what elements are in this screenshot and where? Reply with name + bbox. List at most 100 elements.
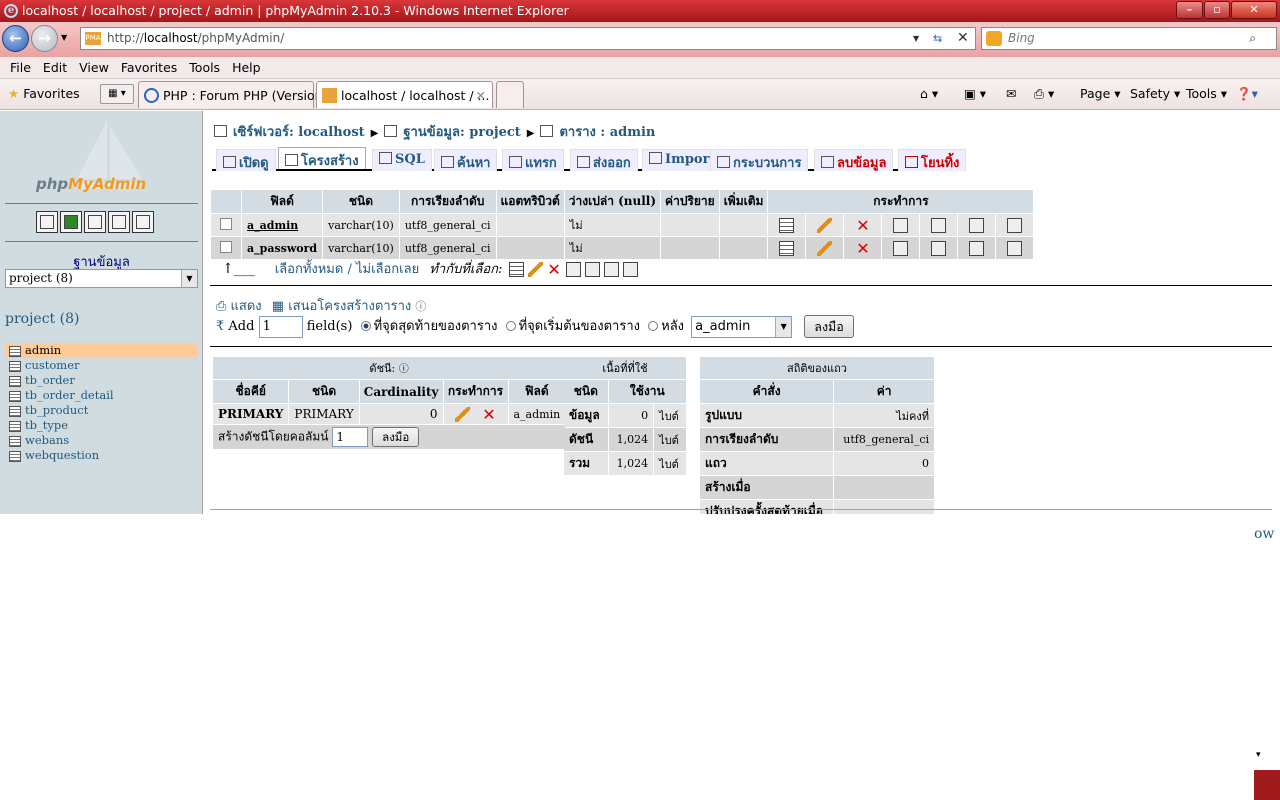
uncheck-all-link[interactable]: ไม่เลือกเลย bbox=[356, 262, 419, 277]
help-icon[interactable]: ❓▾ bbox=[1236, 85, 1258, 103]
index-icon[interactable] bbox=[969, 217, 985, 233]
new-tab-button[interactable] bbox=[496, 81, 524, 108]
help-icon[interactable]: ⓘ bbox=[399, 364, 409, 375]
table-link-tb-order[interactable]: tb_order bbox=[5, 373, 198, 388]
menu-edit[interactable]: Edit bbox=[37, 57, 73, 78]
after-radio[interactable] bbox=[648, 321, 659, 331]
sql-query-icon[interactable] bbox=[84, 211, 106, 233]
print-view-link[interactable]: แสดง bbox=[231, 299, 262, 314]
menu-help[interactable]: Help bbox=[226, 57, 267, 78]
table-link-admin[interactable]: admin bbox=[5, 343, 198, 358]
add-field-go-button[interactable]: ลงมือ bbox=[804, 315, 854, 338]
primary-selected-icon[interactable] bbox=[565, 262, 581, 277]
at-end-radio[interactable] bbox=[360, 321, 371, 331]
tab-empty[interactable]: ลบข้อมูล bbox=[814, 149, 894, 171]
menu-favorites[interactable]: Favorites bbox=[115, 57, 183, 78]
tab-structure[interactable]: โครงสร้าง bbox=[278, 147, 366, 169]
close-button[interactable]: ✕ bbox=[1231, 1, 1277, 19]
unique-icon[interactable] bbox=[931, 217, 947, 233]
exit-icon[interactable] bbox=[60, 211, 82, 233]
tab-export[interactable]: ส่งออก bbox=[570, 149, 638, 171]
favorites-label: Favorites bbox=[23, 86, 80, 101]
drop-selected-icon[interactable]: ✕ bbox=[547, 262, 562, 278]
breadcrumb-database[interactable]: ฐานข้อมูล: project bbox=[403, 125, 520, 140]
drop-icon[interactable]: ✕ bbox=[855, 217, 870, 233]
database-title-link[interactable]: project (8) bbox=[5, 311, 79, 327]
tools-menu[interactable]: Tools ▾ bbox=[1186, 85, 1227, 103]
index-icon[interactable] bbox=[969, 240, 985, 256]
edit-icon[interactable] bbox=[454, 406, 470, 422]
tab-operations[interactable]: กระบวนการ bbox=[710, 149, 809, 171]
browser-tab-localhost[interactable]: localhost / localhost / ... ✕ bbox=[316, 81, 493, 108]
create-index-count-input[interactable]: 1 bbox=[332, 427, 369, 447]
propose-structure-link[interactable]: เสนอโครงสร้างตาราง bbox=[288, 299, 411, 314]
menu-file[interactable]: File bbox=[0, 57, 37, 78]
browse-distinct-icon[interactable] bbox=[779, 217, 795, 233]
url-field[interactable]: PMA http://localhost/phpMyAdmin/ ▼ ⇆ ✕ bbox=[80, 27, 976, 50]
browser-tab-forum[interactable]: PHP : Forum PHP (Version... bbox=[138, 81, 334, 108]
fulltext-icon[interactable] bbox=[1007, 240, 1023, 256]
create-index-go-button[interactable]: ลงมือ bbox=[372, 427, 420, 447]
sql-docs-icon[interactable] bbox=[132, 211, 154, 233]
menu-tools[interactable]: Tools bbox=[183, 57, 226, 78]
tab-insert[interactable]: แทรก bbox=[502, 149, 564, 171]
edit-selected-icon[interactable] bbox=[527, 262, 543, 277]
minimize-button[interactable]: – bbox=[1176, 1, 1203, 19]
tab-sql[interactable]: SQL bbox=[372, 149, 432, 171]
stop-icon[interactable]: ✕ bbox=[957, 28, 969, 49]
row-checkbox[interactable] bbox=[220, 217, 232, 230]
mail-icon[interactable]: ✉ bbox=[1006, 85, 1016, 103]
menu-view[interactable]: View bbox=[73, 57, 115, 78]
check-all-link[interactable]: เลือกทั้งหมด bbox=[275, 262, 344, 277]
close-tab-icon[interactable]: ✕ bbox=[476, 88, 486, 103]
index-selected-icon[interactable] bbox=[603, 262, 619, 277]
edit-icon[interactable] bbox=[817, 240, 833, 256]
search-field[interactable]: Bing ⌕ bbox=[981, 27, 1277, 50]
table-link-tb-order-detail[interactable]: tb_order_detail bbox=[5, 388, 198, 403]
page-menu[interactable]: Page ▾ bbox=[1080, 85, 1121, 103]
tab-browse[interactable]: เปิดดู bbox=[216, 149, 276, 171]
unique-icon[interactable] bbox=[931, 240, 947, 256]
url-dropdown-icon[interactable]: ▼ bbox=[913, 28, 919, 49]
fulltext-icon[interactable] bbox=[1007, 217, 1023, 233]
primary-key-icon[interactable] bbox=[893, 240, 909, 256]
breadcrumb-table[interactable]: ตาราง : admin bbox=[559, 125, 655, 140]
add-field-count-input[interactable]: 1 bbox=[258, 315, 303, 338]
browse-distinct-icon[interactable] bbox=[779, 240, 795, 256]
docs-icon[interactable] bbox=[108, 211, 130, 233]
search-icon[interactable]: ⌕ bbox=[1249, 28, 1256, 49]
favorites-button[interactable]: ★ Favorites bbox=[8, 85, 80, 103]
at-begin-radio[interactable] bbox=[505, 321, 516, 331]
table-link-webans[interactable]: webans bbox=[5, 433, 198, 448]
tab-search[interactable]: ค้นหา bbox=[434, 149, 498, 171]
history-dropdown-icon[interactable]: ▼ bbox=[61, 33, 67, 42]
tab-drop[interactable]: โยนทิ้ง bbox=[898, 149, 967, 171]
unique-selected-icon[interactable] bbox=[584, 262, 600, 277]
primary-key-icon[interactable] bbox=[893, 217, 909, 233]
drop-icon[interactable]: ✕ bbox=[482, 406, 497, 422]
browse-selected-icon[interactable] bbox=[508, 262, 524, 277]
maximize-button[interactable]: ▫ bbox=[1204, 1, 1230, 19]
row-checkbox[interactable] bbox=[220, 240, 232, 253]
after-field-select[interactable]: a_admin ▼ bbox=[691, 315, 793, 338]
database-select[interactable]: project (8) ▼ bbox=[5, 269, 198, 288]
table-link-tb-type[interactable]: tb_type bbox=[5, 418, 198, 433]
breadcrumb-server[interactable]: เซิร์ฟเวอร์: localhost bbox=[233, 125, 365, 140]
table-link-tb-product[interactable]: tb_product bbox=[5, 403, 198, 418]
compat-view-icon[interactable]: ⇆ bbox=[933, 28, 942, 49]
home-icon[interactable] bbox=[36, 211, 58, 233]
forward-button[interactable]: → bbox=[31, 25, 58, 52]
help-icon[interactable]: ⓘ bbox=[415, 300, 426, 313]
safety-menu[interactable]: Safety ▾ bbox=[1130, 85, 1180, 103]
quick-tabs-button[interactable]: ▦ ▾ bbox=[100, 84, 134, 104]
phpmyadmin-logo[interactable]: phpMyAdmin bbox=[36, 175, 146, 193]
back-button[interactable]: ← bbox=[2, 25, 29, 52]
print-icon[interactable]: ⎙ ▾ bbox=[1034, 85, 1054, 103]
table-link-webquestion[interactable]: webquestion bbox=[5, 448, 198, 463]
home-icon[interactable]: ⌂ ▾ bbox=[920, 85, 938, 103]
feeds-icon[interactable]: ▣ ▾ bbox=[964, 85, 986, 103]
table-link-customer[interactable]: customer bbox=[5, 358, 198, 373]
drop-icon[interactable]: ✕ bbox=[855, 240, 870, 256]
fulltext-selected-icon[interactable] bbox=[622, 262, 638, 277]
edit-icon[interactable] bbox=[817, 217, 833, 233]
